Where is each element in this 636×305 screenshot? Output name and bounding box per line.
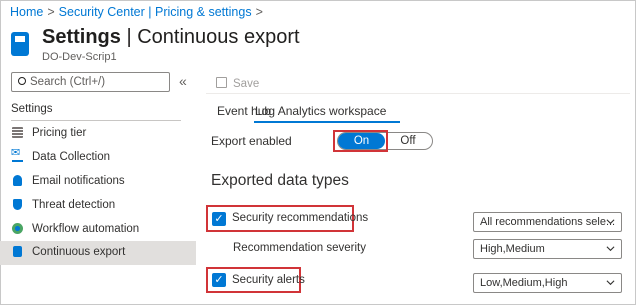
toggle-highlight-box <box>333 130 388 152</box>
security-recommendations-label: Security recommendations <box>232 212 369 224</box>
sidebar-item-label: Continuous export <box>32 246 126 258</box>
severity-dropdown-value: High,Medium <box>480 243 545 255</box>
export-enabled-label: Export enabled <box>211 134 292 148</box>
security-recommendations-checkbox[interactable]: ✓ <box>212 212 226 226</box>
exported-data-types-heading: Exported data types <box>211 172 349 189</box>
sidebar-item-label: Email notifications <box>32 175 125 187</box>
email-notifications-icon <box>13 175 22 186</box>
chevron-down-icon <box>606 246 615 252</box>
toolbar-divider <box>206 93 630 94</box>
sidebar-item-threat-detection[interactable]: Threat detection <box>0 194 196 218</box>
search-placeholder: Search (Ctrl+/) <box>30 76 106 88</box>
sidebar-header: Settings <box>11 103 53 115</box>
severity-dropdown[interactable]: High,Medium <box>473 239 622 259</box>
toggle-off-option[interactable]: Off <box>386 133 430 149</box>
recommendations-dropdown[interactable]: All recommendations sele... <box>473 212 622 232</box>
page-title-rest: | Continuous export <box>120 26 300 48</box>
sidebar-item-label: Workflow automation <box>32 223 140 235</box>
save-icon <box>216 77 227 88</box>
search-input[interactable]: Search (Ctrl+/) <box>11 72 170 92</box>
search-icon <box>18 77 26 85</box>
data-collection-icon <box>11 146 23 162</box>
settings-page-icon <box>11 32 29 56</box>
sidebar-item-data-collection[interactable]: Data Collection <box>0 146 196 170</box>
sidebar-divider <box>11 120 181 121</box>
collapse-sidebar-button[interactable]: « <box>179 73 187 89</box>
save-button[interactable]: Save <box>216 76 259 90</box>
continuous-export-icon <box>13 246 22 257</box>
breadcrumb-security-center-link[interactable]: Security Center | Pricing & settings <box>59 5 252 19</box>
security-alerts-label: Security alerts <box>232 274 305 286</box>
workflow-automation-icon <box>12 223 23 234</box>
page-subtitle: DO-Dev-Scrip1 <box>42 51 117 63</box>
sidebar-item-label: Pricing tier <box>32 127 87 139</box>
chevron-down-icon <box>606 219 615 225</box>
breadcrumb-home-link[interactable]: Home <box>10 5 43 19</box>
sidebar-item-label: Data Collection <box>32 151 110 163</box>
threat-detection-icon <box>13 199 22 210</box>
sidebar-item-label: Threat detection <box>32 199 116 211</box>
alerts-dropdown-value: Low,Medium,High <box>480 277 568 289</box>
breadcrumb-separator: > <box>47 5 55 19</box>
breadcrumb-separator: > <box>255 5 263 19</box>
tab-log-analytics-workspace[interactable]: Log Analytics workspace <box>255 104 386 118</box>
security-alerts-checkbox[interactable]: ✓ <box>212 273 226 287</box>
save-label: Save <box>233 78 260 90</box>
sidebar-item-workflow-automation[interactable]: Workflow automation <box>0 218 196 242</box>
pricing-tier-icon <box>12 127 23 138</box>
page-title-bold: Settings <box>42 26 121 48</box>
chevron-down-icon <box>606 280 615 286</box>
active-tab-indicator <box>254 121 400 123</box>
recommendations-dropdown-value: All recommendations sele... <box>480 216 616 228</box>
sidebar-item-pricing-tier[interactable]: Pricing tier <box>0 122 196 146</box>
recommendation-severity-label: Recommendation severity <box>233 242 366 254</box>
page-title: Settings | Continuous export <box>42 26 300 49</box>
sidebar-item-continuous-export[interactable]: Continuous export <box>0 241 196 265</box>
sidebar-item-email-notifications[interactable]: Email notifications <box>0 170 196 194</box>
breadcrumb: Home > Security Center | Pricing & setting… <box>10 5 267 19</box>
alerts-dropdown[interactable]: Low,Medium,High <box>473 273 622 293</box>
